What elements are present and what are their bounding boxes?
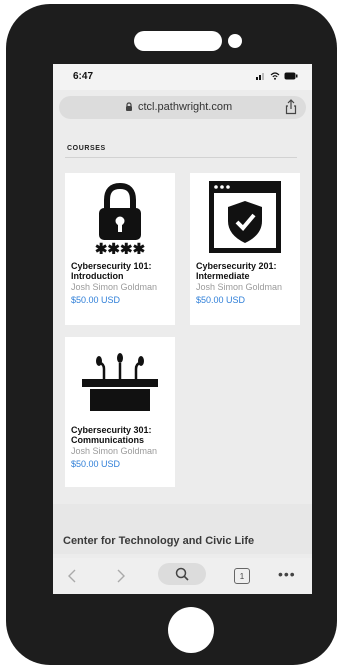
- forward-button[interactable]: [110, 558, 132, 594]
- wifi-icon: [270, 72, 280, 80]
- signal-icon: [256, 73, 264, 80]
- lock-icon: [126, 102, 132, 111]
- more-menu-button[interactable]: •••: [278, 566, 296, 582]
- status-time: 6:47: [73, 71, 94, 82]
- course-card[interactable]: ✱✱✱✱ Cybersecurity 101: Introduction Jos…: [65, 173, 175, 325]
- course-price: $50.00 USD: [71, 295, 121, 305]
- home-button[interactable]: [168, 607, 214, 653]
- phone-camera: [228, 34, 242, 48]
- status-bar: 6:47: [53, 64, 312, 90]
- battery-icon: [284, 72, 298, 80]
- course-title: Cybersecurity 201: Intermediate: [196, 261, 277, 281]
- course-card[interactable]: Cybersecurity 301: Communications Josh S…: [65, 337, 175, 487]
- course-thumbnail: [190, 173, 300, 261]
- chevron-left-icon: [68, 569, 76, 583]
- search-icon: [175, 567, 189, 581]
- course-thumbnail: [65, 337, 175, 425]
- course-author: Josh Simon Goldman: [71, 282, 158, 292]
- browser-toolbar: 1 •••: [53, 558, 312, 594]
- footer-org-name: Center for Technology and Civic Life: [63, 535, 255, 547]
- phone-screen: 6:47 ctcl.pathwright.com COURSES ✱✱✱✱ Cy…: [53, 64, 312, 594]
- svg-text:✱✱✱✱: ✱✱✱✱: [95, 241, 146, 254]
- search-button[interactable]: [158, 563, 206, 585]
- course-thumbnail: ✱✱✱✱: [65, 173, 175, 261]
- phone-speaker: [134, 31, 222, 51]
- course-price: $50.00 USD: [196, 295, 246, 305]
- url-text: ctcl.pathwright.com: [138, 101, 233, 113]
- tabs-button[interactable]: 1: [234, 568, 250, 584]
- back-button[interactable]: [61, 558, 83, 594]
- section-divider: [65, 157, 297, 158]
- course-title: Cybersecurity 301: Communications: [71, 425, 152, 445]
- course-title: Cybersecurity 101: Introduction: [71, 261, 152, 281]
- section-heading: COURSES: [67, 145, 106, 152]
- course-author: Josh Simon Goldman: [71, 446, 158, 456]
- padlock-icon: ✱✱✱✱: [95, 182, 146, 254]
- chevron-right-icon: [117, 569, 125, 583]
- share-icon[interactable]: [285, 99, 297, 115]
- course-price: $50.00 USD: [71, 459, 121, 469]
- podium-microphones-icon: [82, 353, 158, 411]
- browser-shield-icon: [209, 181, 281, 253]
- status-icons: [256, 72, 298, 80]
- course-card[interactable]: Cybersecurity 201: Intermediate Josh Sim…: [190, 173, 300, 325]
- course-author: Josh Simon Goldman: [196, 282, 283, 292]
- address-bar[interactable]: ctcl.pathwright.com: [59, 96, 306, 119]
